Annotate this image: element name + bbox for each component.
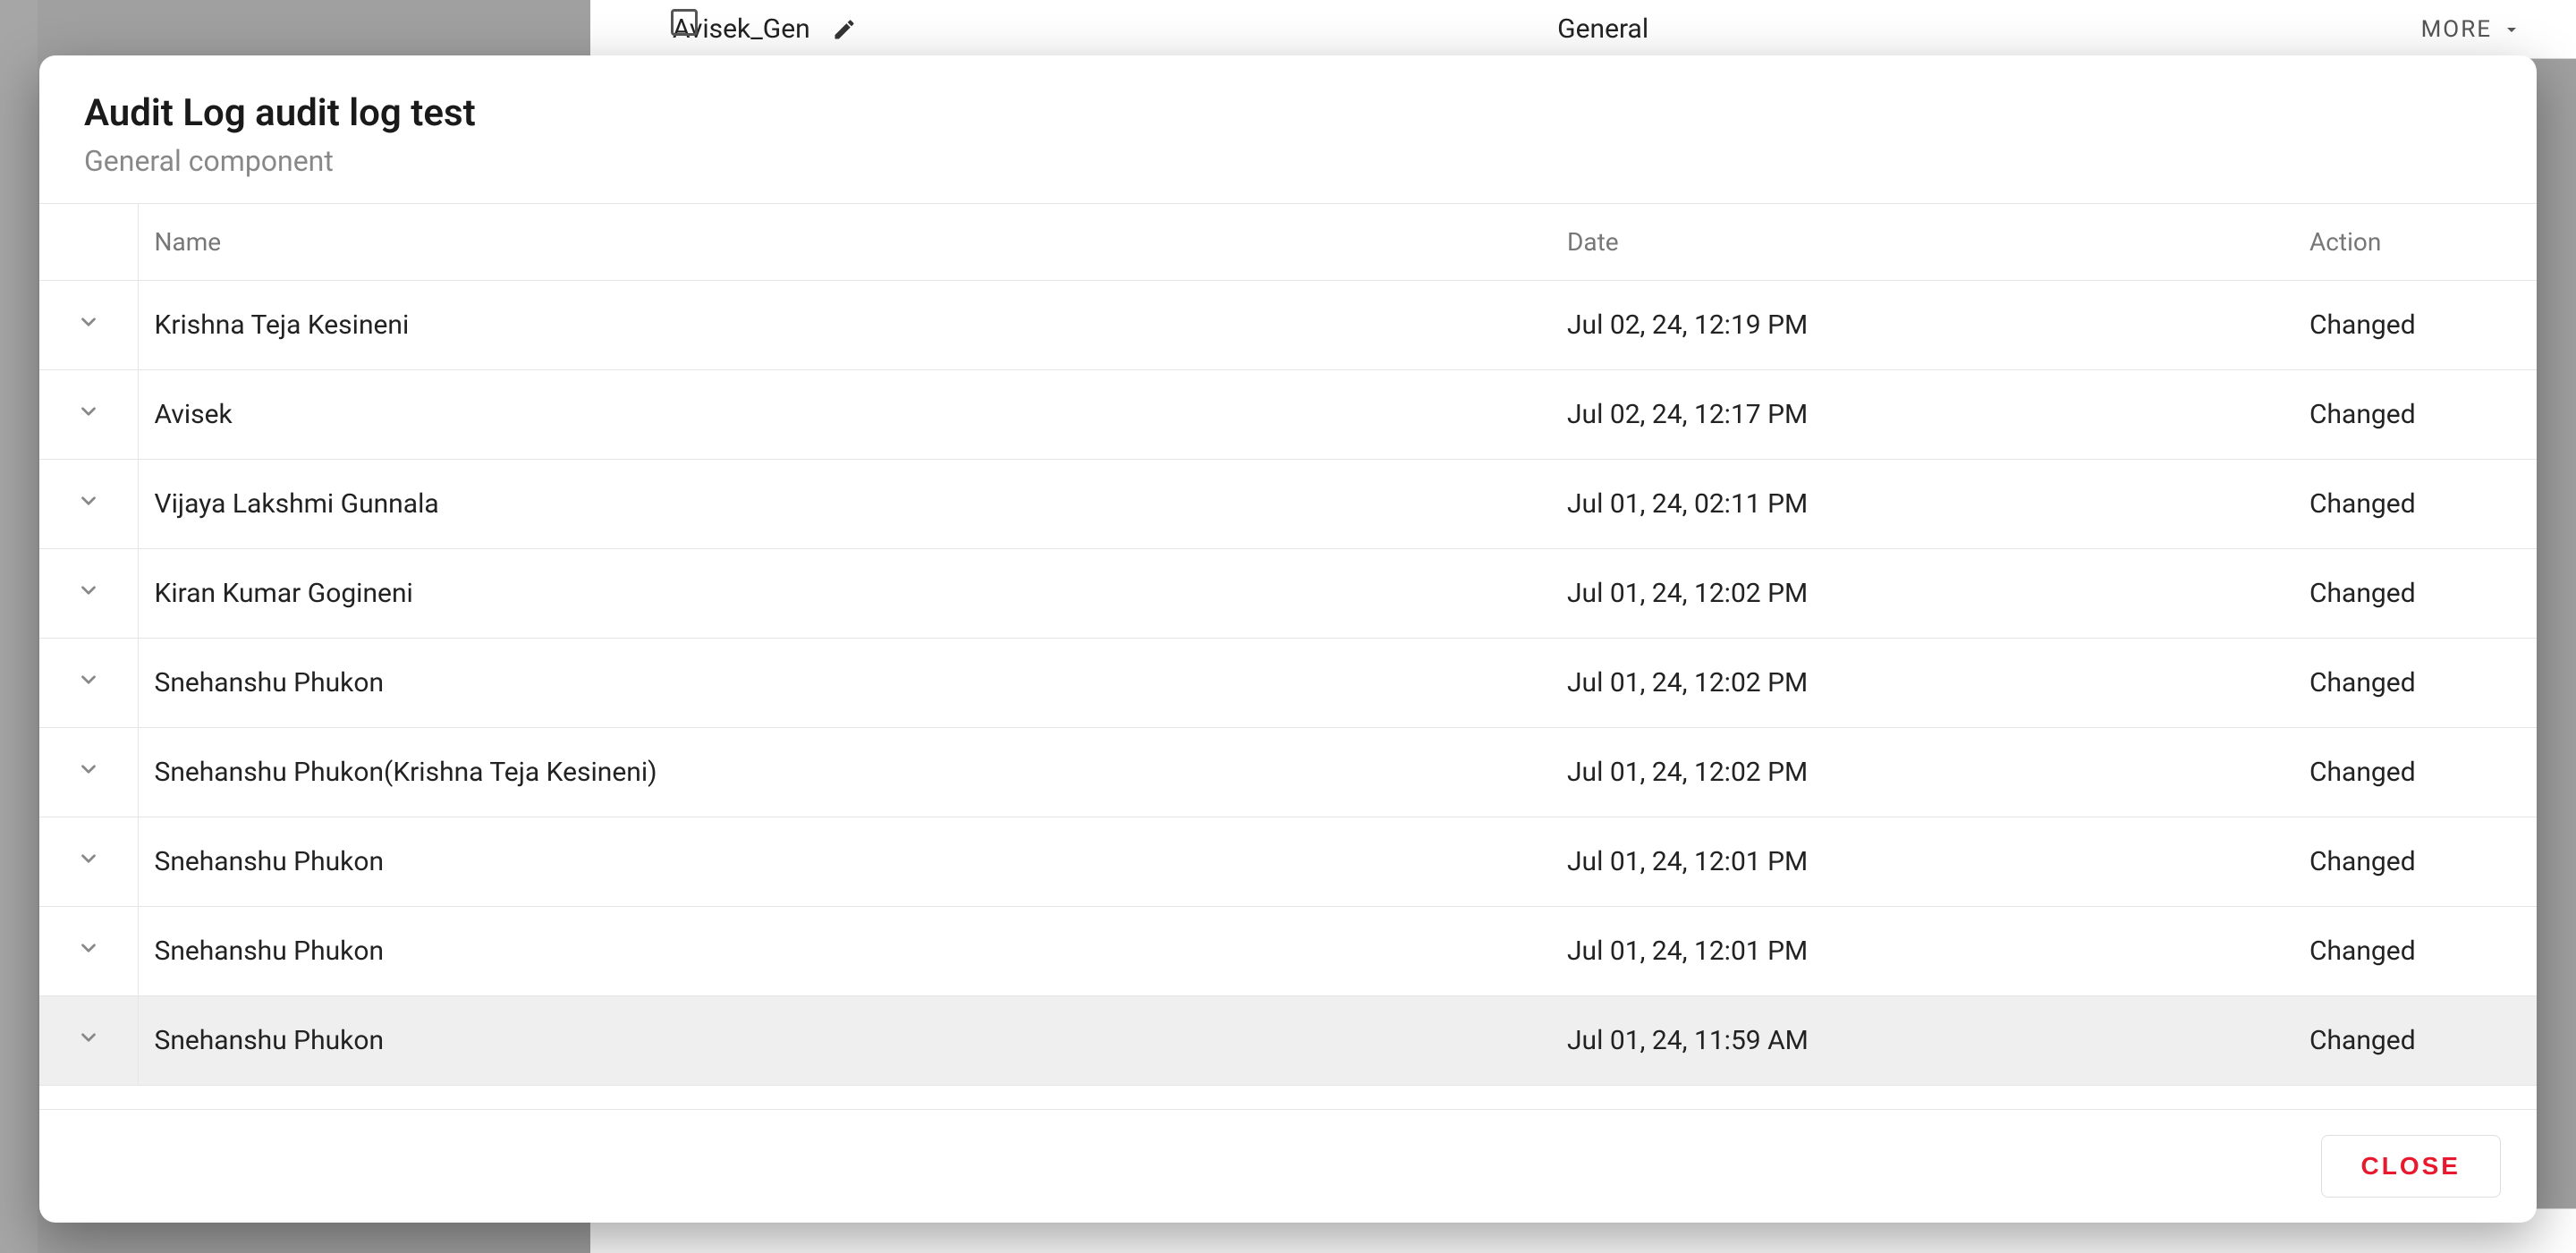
cell-date: Jul 01, 24, 11:59 AM (1551, 996, 2293, 1086)
cell-name: Snehanshu Phukon(Krishna Teja Kesineni) (138, 728, 1551, 817)
audit-log-modal: Audit Log audit log test General compone… (39, 55, 2537, 1223)
cell-action: Changed (2293, 996, 2537, 1086)
cell-action: Changed (2293, 639, 2537, 728)
table-row[interactable]: AvisekJul 02, 24, 12:17 PMChanged (39, 370, 2537, 460)
chevron-down-icon (77, 310, 100, 334)
expand-cell[interactable] (39, 907, 138, 996)
expand-cell[interactable] (39, 281, 138, 370)
cell-date: Jul 01, 24, 12:01 PM (1551, 907, 2293, 996)
cell-date: Jul 02, 24, 12:17 PM (1551, 370, 2293, 460)
col-action[interactable]: Action (2293, 204, 2537, 281)
more-label: MORE (2421, 16, 2492, 43)
table-row[interactable]: Kiran Kumar GogineniJul 01, 24, 12:02 PM… (39, 549, 2537, 639)
cell-date: Jul 01, 24, 12:02 PM (1551, 728, 2293, 817)
left-rail (0, 0, 38, 1253)
table-row[interactable]: Snehanshu PhukonJul 01, 24, 12:01 PMChan… (39, 907, 2537, 996)
col-date[interactable]: Date (1551, 204, 2293, 281)
cell-name: Snehanshu Phukon (138, 996, 1551, 1086)
cell-action: Changed (2293, 370, 2537, 460)
cell-name: Snehanshu Phukon (138, 639, 1551, 728)
cell-date: Jul 01, 24, 12:02 PM (1551, 549, 2293, 639)
cell-name: Avisek (138, 370, 1551, 460)
close-button[interactable]: CLOSE (2321, 1135, 2501, 1198)
modal-title: Audit Log audit log test (84, 91, 2492, 135)
expand-cell[interactable] (39, 996, 138, 1086)
chevron-down-icon (77, 758, 100, 781)
cell-action: Changed (2293, 728, 2537, 817)
col-expander (39, 204, 138, 281)
table-row[interactable]: Snehanshu PhukonJul 01, 24, 11:59 AMChan… (39, 996, 2537, 1086)
expand-cell[interactable] (39, 639, 138, 728)
cell-date: Jul 01, 24, 12:01 PM (1551, 817, 2293, 907)
table-row[interactable]: Snehanshu Phukon(Krishna Teja Kesineni)J… (39, 728, 2537, 817)
col-name[interactable]: Name (138, 204, 1551, 281)
expand-cell[interactable] (39, 549, 138, 639)
cell-action: Changed (2293, 460, 2537, 549)
chevron-down-icon (77, 1026, 100, 1049)
more-button[interactable]: MORE (2421, 16, 2522, 43)
modal-body[interactable]: Name Date Action Krishna Teja KesineniJu… (39, 204, 2537, 1109)
table-row[interactable]: Krishna Teja KesineniJul 02, 24, 12:19 P… (39, 281, 2537, 370)
cell-name: Krishna Teja Kesineni (138, 281, 1551, 370)
bg-item-type: General (821, 13, 2385, 45)
modal-footer: CLOSE (39, 1109, 2537, 1223)
expand-cell[interactable] (39, 817, 138, 907)
cell-action: Changed (2293, 907, 2537, 996)
chevron-down-icon (77, 668, 100, 691)
cell-action: Changed (2293, 817, 2537, 907)
chevron-down-icon (77, 489, 100, 512)
chevron-down-icon (77, 579, 100, 602)
bg-list-row: Avisek_Gen General MORE (590, 0, 2576, 59)
table-row[interactable]: Snehanshu PhukonJul 01, 24, 12:02 PMChan… (39, 639, 2537, 728)
chevron-down-icon (2501, 19, 2522, 40)
cell-date: Jul 02, 24, 12:19 PM (1551, 281, 2293, 370)
chevron-down-icon (77, 936, 100, 960)
cell-name: Kiran Kumar Gogineni (138, 549, 1551, 639)
cell-name: Snehanshu Phukon (138, 907, 1551, 996)
modal-header: Audit Log audit log test General compone… (39, 55, 2537, 204)
cell-date: Jul 01, 24, 12:02 PM (1551, 639, 2293, 728)
cell-name: Vijaya Lakshmi Gunnala (138, 460, 1551, 549)
expand-cell[interactable] (39, 460, 138, 549)
expand-cell[interactable] (39, 370, 138, 460)
table-row[interactable]: Snehanshu PhukonJul 01, 24, 12:01 PMChan… (39, 817, 2537, 907)
table-header-row: Name Date Action (39, 204, 2537, 281)
chevron-down-icon (77, 400, 100, 423)
cell-date: Jul 01, 24, 02:11 PM (1551, 460, 2293, 549)
audit-log-table: Name Date Action Krishna Teja KesineniJu… (39, 204, 2537, 1086)
table-row[interactable]: Vijaya Lakshmi GunnalaJul 01, 24, 02:11 … (39, 460, 2537, 549)
row-checkbox[interactable] (671, 9, 698, 36)
modal-subtitle: General component (84, 144, 2492, 178)
cell-name: Snehanshu Phukon (138, 817, 1551, 907)
expand-cell[interactable] (39, 728, 138, 817)
cell-action: Changed (2293, 549, 2537, 639)
chevron-down-icon (77, 847, 100, 870)
cell-action: Changed (2293, 281, 2537, 370)
